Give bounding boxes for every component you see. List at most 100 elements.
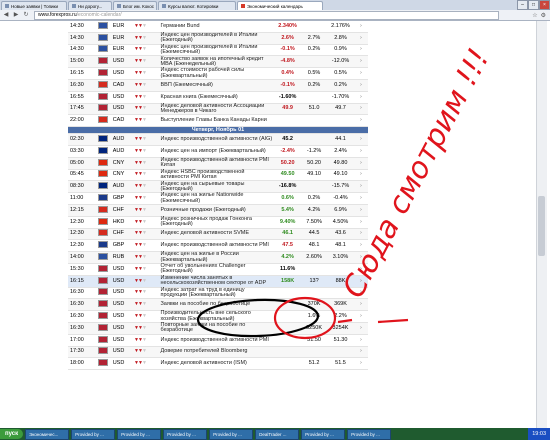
table-row[interactable]: 08:30 AUD ▼▼▼ Индекс цен на сырьевые товары…	[68, 180, 368, 194]
table-row[interactable]: 14:30 EUR ▼▼▼ Индекс цен производителей в И…	[68, 32, 368, 45]
details-icon[interactable]: ›	[353, 21, 368, 33]
event-name[interactable]: Индекс производственной активности PMI	[158, 334, 275, 347]
table-row[interactable]: 15:00 USD ▼▼▼ Количество заявок на ипотечны…	[68, 56, 368, 69]
taskbar-item[interactable]: Provided by ...	[163, 428, 208, 440]
event-name[interactable]: Отчет об увольнениях Challenger (Ежегодн…	[158, 263, 275, 276]
event-name[interactable]: Индекс деловой активности Ассоциации Мен…	[158, 103, 275, 116]
details-icon[interactable]: ›	[353, 216, 368, 229]
star-icon[interactable]: ☆	[532, 12, 537, 19]
details-icon[interactable]: ›	[353, 357, 368, 371]
event-name[interactable]: Индекс производственной активности PMI К…	[158, 157, 275, 170]
event-name[interactable]: Выступление Главы Банка Канады Карни	[158, 114, 275, 128]
table-row[interactable]: 17:45 USD ▼▼▼ Индекс деловой активности Асс…	[68, 103, 368, 116]
details-icon[interactable]: ›	[353, 180, 368, 194]
table-row[interactable]: 16:55 USD ▼▼▼ Красная книга (Ежемесячный) -1…	[68, 91, 368, 104]
wrench-icon[interactable]: ⚙	[541, 12, 546, 19]
taskbar-item[interactable]: Экономичес...	[25, 428, 70, 440]
event-name[interactable]: Количество заявок на ипотечный кредит MB…	[158, 56, 275, 69]
event-name[interactable]: Индекс цен производителей в Италии (Ежег…	[158, 32, 275, 45]
table-row[interactable]: 12:30 HKD ▼▼▼ Индекс розничных продаж Гонко…	[68, 216, 368, 229]
event-name[interactable]: Индекс производственной активности (AIG)	[158, 133, 275, 146]
minimize-icon[interactable]: –	[517, 0, 528, 10]
taskbar-item[interactable]: Provided by ...	[209, 428, 254, 440]
details-icon[interactable]: ›	[353, 157, 368, 170]
reload-icon[interactable]: ↻	[22, 12, 30, 19]
details-icon[interactable]: ›	[353, 91, 368, 104]
details-icon[interactable]: ›	[353, 192, 368, 205]
details-icon[interactable]: ›	[353, 275, 368, 288]
table-row[interactable]: 12:30 CHF ▼▼▼ Индекс деловой активности SVM…	[68, 228, 368, 241]
table-row[interactable]: 16:30 USD ▼▼▼ Производительность вне сельск…	[68, 311, 368, 323]
details-icon[interactable]: ›	[353, 310, 368, 323]
table-row[interactable]: 17:30 USD ▼▼▼ Доверие потребителей Bloomber…	[68, 346, 368, 359]
taskbar-item[interactable]: Provided by ...	[347, 428, 392, 440]
event-name[interactable]: Красная книга (Ежемесячный)	[158, 91, 275, 104]
details-icon[interactable]: ›	[353, 114, 368, 128]
taskbar-item[interactable]: Provided by ...	[117, 428, 162, 440]
back-icon[interactable]: ◀	[2, 12, 10, 19]
table-row[interactable]: 18:00 USD ▼▼▼ Индекс деловой активности (IS…	[68, 357, 368, 371]
details-icon[interactable]: ›	[353, 204, 368, 217]
table-row[interactable]: 11:00 GBP ▼▼▼ Индекс цен на жилье Nationwid…	[68, 193, 368, 205]
event-name[interactable]: Доверие потребителей Bloomberg	[158, 346, 275, 359]
table-row[interactable]: 16:30 USD ▼▼▼ Повторные заявки на пособие п…	[68, 322, 368, 335]
details-icon[interactable]: ›	[353, 133, 368, 146]
details-icon[interactable]: ›	[353, 103, 368, 116]
event-name[interactable]: Индекс стоимости рабочей силы (Ежекварта…	[158, 68, 275, 80]
table-row[interactable]: 05:00 CNY ▼▼▼ Индекс производственной актив…	[68, 157, 368, 170]
scrollbar-thumb[interactable]	[538, 196, 545, 256]
details-icon[interactable]: ›	[353, 44, 368, 57]
table-row[interactable]: 16:15 USD ▼▼▼ Индекс стоимости рабочей силы…	[68, 68, 368, 80]
table-row[interactable]: 12:15 CHF ▼▼▼ Розничные продажи (Ежегодный)…	[68, 204, 368, 217]
vertical-scrollbar[interactable]	[536, 21, 547, 428]
event-name[interactable]: Германии Bund	[158, 21, 275, 33]
event-name[interactable]: Индекс производственной активности PMI	[158, 239, 275, 253]
browser-tab[interactable]: Блог им. Кокос	[113, 1, 157, 10]
details-icon[interactable]: ›	[353, 298, 368, 312]
event-name[interactable]: Изменение числа занятых в несельскохозяй…	[158, 275, 275, 288]
details-icon[interactable]: ›	[353, 263, 368, 276]
event-name[interactable]: Индекс деловой активности SVME	[158, 228, 275, 241]
details-icon[interactable]: ›	[353, 346, 368, 359]
url-input[interactable]: www.forexpros.ru/economic-calendar/	[34, 10, 499, 20]
event-name[interactable]: ВВП (Ежемесячный)	[158, 79, 275, 92]
maximize-icon[interactable]: □	[528, 0, 539, 10]
browser-tab[interactable]: Курсы валют. Котировки	[158, 1, 236, 10]
close-icon[interactable]: ×	[539, 0, 550, 10]
table-row[interactable]: 14:30 EUR ▼▼▼ Индекс цен производителей в И…	[68, 44, 368, 57]
table-row[interactable]: 16:15 USD ▼▼▼ Изменение числа занятых в нес…	[68, 275, 368, 288]
browser-tab[interactable]: Ни дорогу...	[68, 1, 112, 10]
table-row[interactable]: 15:30 USD ▼▼▼ Отчет об увольнениях Challeng…	[68, 263, 368, 276]
event-name[interactable]: Индекс HSBC производственной активности …	[158, 169, 275, 182]
event-name[interactable]: Индекс деловой активности (ISM)	[158, 357, 275, 371]
event-name[interactable]: Индекс цен на жилье Nationwide (Ежемесяч…	[158, 193, 275, 205]
browser-tab-active[interactable]: Экономический календарь	[237, 1, 323, 10]
event-name[interactable]: Индекс цен на импорт (Ежеквартальный)	[158, 145, 275, 158]
details-icon[interactable]: ›	[353, 239, 368, 253]
table-row[interactable]: 02:30 AUD ▼▼▼ Индекс производственной актив…	[68, 133, 368, 146]
table-row[interactable]: 14:30 EUR ▼▼▼ Германии Bund 2.340% 2.176% ›	[68, 21, 368, 33]
details-icon[interactable]: ›	[353, 67, 368, 80]
details-icon[interactable]: ›	[353, 79, 368, 92]
taskbar-item[interactable]: DealTrader ...	[255, 428, 300, 440]
table-row[interactable]: 12:30 GBP ▼▼▼ Индекс производственной актив…	[68, 239, 368, 253]
details-icon[interactable]: ›	[353, 251, 368, 264]
event-name[interactable]: Розничные продажи (Ежегодный)	[158, 204, 275, 217]
forward-icon[interactable]: ▶	[12, 12, 20, 19]
details-icon[interactable]: ›	[353, 322, 368, 335]
table-row[interactable]: 22:00 CAD ▼▼▼ Выступление Главы Банка Канад…	[68, 114, 368, 128]
table-row[interactable]: 05:45 CNY ▼▼▼ Индекс HSBC производственной …	[68, 169, 368, 182]
details-icon[interactable]: ›	[353, 334, 368, 347]
event-name[interactable]: Индекс цен на жилье в России (Ежеквартал…	[158, 252, 275, 264]
details-icon[interactable]: ›	[353, 145, 368, 158]
table-row[interactable]: 16:30 USD ▼▼▼ Заявки на пособие по безработ…	[68, 298, 368, 312]
taskbar-item[interactable]: Provided by ...	[301, 428, 346, 440]
table-row[interactable]: 03:30 AUD ▼▼▼ Индекс цен на импорт (Ежеквар…	[68, 145, 368, 158]
table-row[interactable]: 17:00 USD ▼▼▼ Индекс производственной актив…	[68, 334, 368, 347]
details-icon[interactable]: ›	[353, 287, 368, 300]
event-name[interactable]: Индекс цен производителей в Италии (Ежем…	[158, 44, 275, 57]
start-button[interactable]: пуск	[0, 429, 24, 439]
details-icon[interactable]: ›	[353, 32, 368, 45]
details-icon[interactable]: ›	[353, 169, 368, 182]
taskbar-item[interactable]: Provided by ...	[71, 428, 116, 440]
